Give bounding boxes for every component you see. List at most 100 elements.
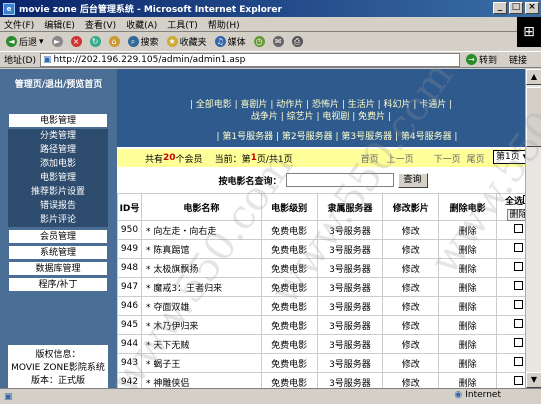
row-name: * 木乃伊归来 [140, 315, 262, 335]
row-delete-link[interactable]: 删除 [438, 277, 498, 297]
section-member-management[interactable]: 会员管理 [8, 229, 108, 244]
row-checkbox[interactable] [514, 262, 524, 271]
sidebar-header[interactable]: 管理页/退出/预览首页 [0, 77, 117, 90]
table-row: 944 * 天下无贼 免费电影 3号服务器 修改 删除 [117, 334, 541, 354]
menu-favorites[interactable]: 收藏(A) [126, 18, 157, 31]
row-name: * 蝎子王 [140, 353, 262, 373]
search-submit-button[interactable]: 查询 [397, 172, 428, 188]
copyright-title: 版权信息： [35, 350, 81, 360]
print-button[interactable]: ⎙ [290, 36, 305, 47]
menu-tools[interactable]: 工具(T) [167, 18, 198, 31]
favorites-button[interactable]: ★ 收藏夹 [165, 35, 209, 48]
row-delete-link[interactable]: 删除 [438, 239, 498, 259]
section-database-management[interactable]: 数据库管理 [8, 261, 108, 276]
row-checkbox[interactable] [514, 243, 524, 252]
next-page-link[interactable]: 下一页 [434, 152, 461, 165]
sidebar-item-comments[interactable]: 影片评论 [8, 213, 108, 227]
window-titlebar: e movie zone 后台管理系统 - Microsoft Internet… [0, 0, 541, 17]
maximize-button[interactable]: □ [509, 2, 523, 14]
home-button[interactable]: ⌂ [107, 36, 122, 47]
row-edit-link[interactable]: 修改 [382, 315, 440, 335]
row-server: 3号服务器 [316, 296, 384, 316]
col-delete: 删除电影 [438, 193, 498, 221]
row-id: 949 [117, 239, 142, 259]
menu-edit[interactable]: 编辑(E) [44, 18, 75, 31]
forward-button[interactable]: ► [50, 36, 65, 47]
scroll-down-icon[interactable]: ▼ [526, 372, 541, 388]
row-edit-link[interactable]: 修改 [382, 220, 440, 240]
vertical-scrollbar[interactable]: ▲ ▼ [525, 69, 541, 388]
row-edit-link[interactable]: 修改 [382, 353, 440, 373]
menu-file[interactable]: 文件(F) [4, 18, 34, 31]
menu-view[interactable]: 查看(V) [85, 18, 116, 31]
row-checkbox[interactable] [514, 319, 524, 328]
row-delete-link[interactable]: 删除 [438, 296, 498, 316]
stop-button[interactable]: × [69, 36, 84, 47]
row-delete-link[interactable]: 删除 [438, 258, 498, 278]
minimize-button[interactable]: _ [493, 2, 507, 14]
row-delete-link[interactable]: 删除 [438, 372, 498, 388]
row-edit-link[interactable]: 修改 [382, 334, 440, 354]
row-edit-link[interactable]: 修改 [382, 296, 440, 316]
row-delete-link[interactable]: 删除 [438, 334, 498, 354]
row-edit-link[interactable]: 修改 [382, 239, 440, 259]
row-id: 948 [117, 258, 142, 278]
row-checkbox[interactable] [514, 338, 524, 347]
last-page-link[interactable]: 尾页 [467, 152, 485, 165]
server-links[interactable]: | 第1号服务器 | 第2号服务器 | 第3号服务器 | 第4号服务器 | [207, 129, 467, 142]
ie-icon: e [3, 2, 15, 15]
movie-search-input[interactable] [285, 173, 394, 187]
media-button[interactable]: ♫ 媒体 [213, 35, 248, 48]
search-icon: ⌕ [127, 36, 139, 47]
address-label: 地址(D) [4, 56, 36, 66]
row-checkbox[interactable] [514, 224, 524, 233]
mail-button[interactable]: ✉ [271, 36, 286, 47]
total-suffix: 个会员 [175, 154, 203, 165]
row-delete-link[interactable]: 删除 [438, 315, 498, 335]
status-bar: ▣ ◉ Internet [0, 388, 541, 404]
row-edit-link[interactable]: 修改 [382, 258, 440, 278]
section-system-management[interactable]: 系统管理 [8, 245, 108, 260]
back-button[interactable]: ◄ 后退 ▾ [4, 35, 46, 48]
sidebar-item-add-movie[interactable]: 添加电影 [8, 157, 108, 171]
row-edit-link[interactable]: 修改 [382, 277, 440, 297]
search-button[interactable]: ⌕ 搜索 [126, 35, 161, 48]
history-button[interactable]: ◷ [252, 36, 267, 47]
sidebar-item-category[interactable]: 分类管理 [8, 129, 108, 143]
row-checkbox[interactable] [514, 281, 524, 290]
close-button[interactable]: × [525, 2, 539, 14]
pagination-bar: 共有 20 个会员 当前：第 1 页/共1页 首页 上一页 下一页 尾页 第1页… [117, 149, 531, 167]
sidebar-item-recommend[interactable]: 推荐影片设置 [8, 185, 108, 199]
scroll-up-icon[interactable]: ▲ [526, 69, 541, 85]
first-page-link[interactable]: 首页 [361, 152, 379, 165]
row-delete-link[interactable]: 删除 [438, 220, 498, 240]
row-checkbox[interactable] [514, 357, 524, 366]
row-level: 免费电影 [260, 239, 318, 259]
row-checkbox[interactable] [514, 376, 524, 385]
prev-page-link[interactable]: 上一页 [387, 152, 414, 165]
row-delete-link[interactable]: 删除 [438, 353, 498, 373]
address-input[interactable]: ▣ http://202.196.229.105/admin/admin1.as… [39, 52, 460, 67]
table-row: 949 * 陈真踢馆 免费电影 3号服务器 修改 删除 [117, 239, 541, 259]
row-checkbox[interactable] [514, 300, 524, 309]
row-edit-link[interactable]: 修改 [382, 372, 440, 388]
category-links[interactable]: | 全部电影 | 喜剧片 | 动作片 | 恐怖片 | 生活片 | 科幻片 | 卡… [185, 99, 457, 123]
go-button[interactable]: → 转到 [465, 53, 497, 66]
go-arrow-icon: → [465, 54, 477, 65]
menu-help[interactable]: 帮助(H) [208, 18, 240, 31]
table-row: 942 * 神雕侠侣 免费电影 3号服务器 修改 删除 [117, 372, 541, 388]
total-pages: 页/共1页 [256, 154, 293, 165]
sidebar-item-movie-management[interactable]: 电影管理 [8, 171, 108, 185]
links-button[interactable]: 链接 [509, 53, 527, 66]
row-id: 942 [117, 372, 142, 388]
stop-icon: × [70, 36, 82, 47]
admin-sidebar: 管理页/退出/预览首页 电影管理 分类管理 路径管理 添加电影 电影管理 推荐影… [0, 69, 117, 388]
row-id: 945 [117, 315, 142, 335]
main-panel: | 全部电影 | 喜剧片 | 动作片 | 恐怖片 | 生活片 | 科幻片 | 卡… [117, 69, 541, 388]
refresh-button[interactable]: ↻ [88, 36, 103, 47]
sidebar-item-path[interactable]: 路径管理 [8, 143, 108, 157]
section-movie-management[interactable]: 电影管理 [8, 113, 108, 128]
scroll-thumb[interactable] [526, 87, 541, 147]
section-program-patch[interactable]: 程序/补丁 [8, 277, 108, 292]
sidebar-item-error-report[interactable]: 错误报告 [8, 199, 108, 213]
